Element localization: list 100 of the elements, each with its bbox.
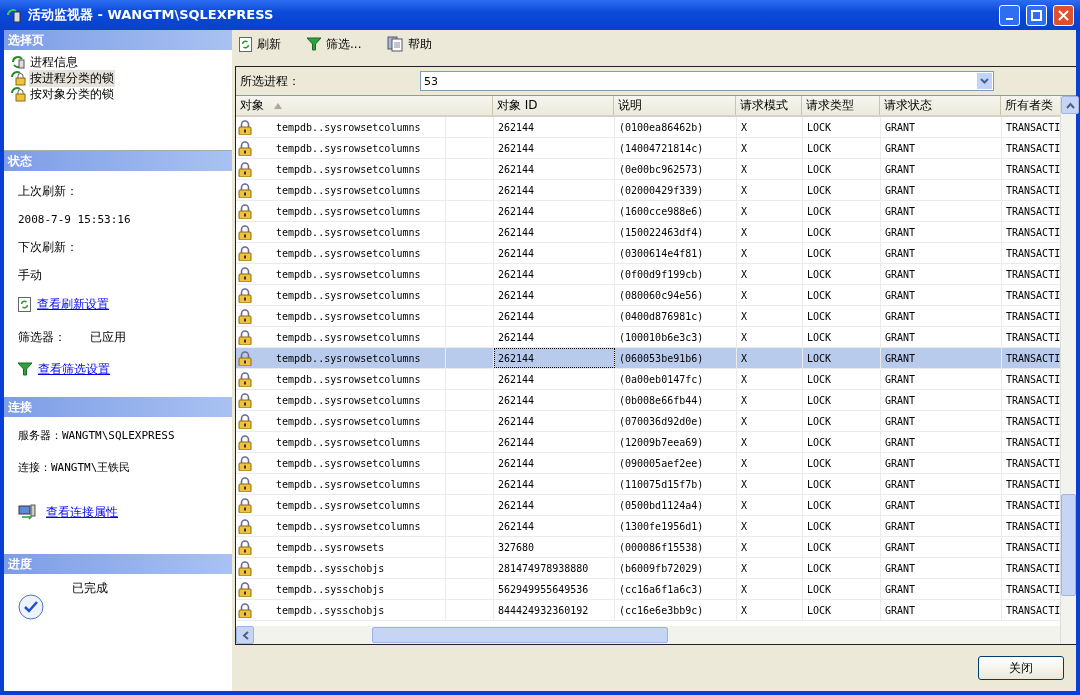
minimize-button[interactable] bbox=[999, 4, 1020, 26]
table-cell: GRANT bbox=[885, 121, 916, 133]
column-header[interactable]: 对象 ID bbox=[493, 96, 614, 115]
padlock-icon bbox=[238, 602, 252, 618]
table-cell: 262144 bbox=[498, 436, 535, 448]
toolbar-button[interactable]: 刷新 bbox=[239, 35, 281, 53]
toolbar-button[interactable]: 帮助 bbox=[387, 35, 433, 53]
column-header[interactable]: 请求模式 bbox=[736, 96, 802, 115]
table-cell: TRANSACTI bbox=[1006, 562, 1061, 574]
table-cell: X bbox=[741, 436, 748, 448]
column-header[interactable]: 对象 bbox=[236, 96, 493, 115]
table-row[interactable]: tempdb..sysschobjs 562949955649536 (cc16a6f1a6c3) X LOCK GRANT TRANSACTI bbox=[236, 579, 1060, 600]
close-dialog-button[interactable]: 关闭 bbox=[978, 656, 1064, 680]
sidebar-item[interactable]: 按进程分类的锁 bbox=[29, 69, 115, 87]
table-cell: LOCK bbox=[807, 184, 832, 196]
padlock-icon bbox=[238, 224, 252, 240]
refresh-settings-link[interactable]: 查看刷新设置 bbox=[37, 295, 109, 313]
table-cell: 262144 bbox=[498, 310, 535, 322]
table-row[interactable]: tempdb..sysrowsetcolumns 262144 (12009b7eea69) X LOCK GRANT TRANSACTI bbox=[236, 432, 1060, 453]
table-row[interactable]: tempdb..sysrowsetcolumns 262144 (02000429f339) X LOCK GRANT TRANSACTI bbox=[236, 180, 1060, 201]
table-cell: (0400d876981c) bbox=[619, 310, 704, 322]
table-cell: X bbox=[741, 184, 748, 196]
check-circle-icon bbox=[18, 594, 44, 620]
table-cell: LOCK bbox=[807, 478, 832, 490]
table-row[interactable]: tempdb..sysrowsetcolumns 262144 (0300614e4f81) X LOCK GRANT TRANSACTI bbox=[236, 243, 1060, 264]
table-cell: TRANSACTI bbox=[1006, 478, 1061, 490]
table-row[interactable]: tempdb..sysrowsetcolumns 262144 (060053be91b6) X LOCK GRANT TRANSACTI bbox=[236, 348, 1060, 369]
filter-settings-link[interactable]: 查看筛选设置 bbox=[38, 360, 110, 378]
field-value: 已应用 bbox=[90, 328, 126, 346]
table-row[interactable]: tempdb..sysrowsetcolumns 262144 (0100ea86462b) X LOCK GRANT TRANSACTI bbox=[236, 117, 1060, 138]
table-cell: GRANT bbox=[885, 289, 916, 301]
table-row[interactable]: tempdb..sysrowsetcolumns 262144 (090005aef2ee) X LOCK GRANT TRANSACTI bbox=[236, 453, 1060, 474]
table-row[interactable]: tempdb..sysrowsetcolumns 262144 (100010b6e3c3) X LOCK GRANT TRANSACTI bbox=[236, 327, 1060, 348]
table-cell: tempdb..sysschobjs bbox=[276, 583, 385, 595]
table-cell: tempdb..sysrowsetcolumns bbox=[276, 247, 421, 259]
scrollbar-thumb[interactable] bbox=[372, 627, 668, 643]
table-row[interactable]: tempdb..sysrowsets 327680 (000086f15538) X LOCK GRANT TRANSACTI bbox=[236, 537, 1060, 558]
toolbar-button[interactable]: 筛选... bbox=[307, 35, 362, 53]
table-cell: 262144 bbox=[498, 415, 535, 427]
table-cell: tempdb..sysrowsetcolumns bbox=[276, 520, 421, 532]
padlock-icon bbox=[238, 434, 252, 450]
sidebar-item[interactable]: 按对象分类的锁 bbox=[29, 85, 115, 103]
table-cell: 562949955649536 bbox=[498, 583, 589, 595]
connection-properties-link[interactable]: 查看连接属性 bbox=[46, 503, 118, 521]
column-header[interactable]: 说明 bbox=[614, 96, 736, 115]
table-cell: GRANT bbox=[885, 226, 916, 238]
table-cell: tempdb..sysrowsetcolumns bbox=[276, 163, 421, 175]
padlock-icon bbox=[238, 140, 252, 156]
table-row[interactable]: tempdb..sysschobjs 844424932360192 (cc16e6e3bb9c) X LOCK GRANT TRANSACTI bbox=[236, 600, 1060, 621]
table-row[interactable]: tempdb..sysrowsetcolumns 262144 (14004721814c) X LOCK GRANT TRANSACTI bbox=[236, 138, 1060, 159]
vertical-scrollbar[interactable] bbox=[1060, 96, 1076, 644]
table-row[interactable]: tempdb..sysrowsetcolumns 262144 (0e00bc962573) X LOCK GRANT TRANSACTI bbox=[236, 159, 1060, 180]
table-cell: (0f00d9f199cb) bbox=[619, 268, 704, 280]
table-cell: LOCK bbox=[807, 415, 832, 427]
process-dropdown[interactable]: 53 bbox=[420, 71, 994, 91]
table-cell: LOCK bbox=[807, 583, 832, 595]
table-row[interactable]: tempdb..sysrowsetcolumns 262144 (0a00eb0147fc) X LOCK GRANT TRANSACTI bbox=[236, 369, 1060, 390]
table-row[interactable]: tempdb..sysrowsetcolumns 262144 (070036d92d0e) X LOCK GRANT TRANSACTI bbox=[236, 411, 1060, 432]
horizontal-scrollbar[interactable] bbox=[236, 626, 1060, 644]
table-cell: GRANT bbox=[885, 604, 916, 616]
scrollbar-thumb[interactable] bbox=[1061, 494, 1076, 596]
table-cell: tempdb..sysrowsetcolumns bbox=[276, 142, 421, 154]
table-cell: (0b008e66fb44) bbox=[619, 394, 704, 406]
refresh-icon bbox=[18, 296, 31, 312]
table-row[interactable]: tempdb..sysrowsetcolumns 262144 (080060c94e56) X LOCK GRANT TRANSACTI bbox=[236, 285, 1060, 306]
padlock-icon bbox=[238, 329, 252, 345]
table-cell: tempdb..sysrowsetcolumns bbox=[276, 331, 421, 343]
table-row[interactable]: tempdb..sysschobjs 281474978938880 (b6009fb72029) X LOCK GRANT TRANSACTI bbox=[236, 558, 1060, 579]
table-row[interactable]: tempdb..sysrowsetcolumns 262144 (0500bd1124a4) X LOCK GRANT TRANSACTI bbox=[236, 495, 1060, 516]
column-header[interactable]: 请求类型 bbox=[802, 96, 880, 115]
maximize-button[interactable] bbox=[1026, 4, 1047, 26]
padlock-icon bbox=[238, 350, 252, 366]
sidebar-item[interactable]: 进程信息 bbox=[29, 53, 79, 71]
table-row[interactable]: tempdb..sysrowsetcolumns 262144 (110075d15f7b) X LOCK GRANT TRANSACTI bbox=[236, 474, 1060, 495]
funnel-icon bbox=[307, 37, 321, 51]
table-row[interactable]: tempdb..sysrowsetcolumns 262144 (0400d876981c) X LOCK GRANT TRANSACTI bbox=[236, 306, 1060, 327]
table-row[interactable]: tempdb..sysrowsetcolumns 262144 (1300fe1956d1) X LOCK GRANT TRANSACTI bbox=[236, 516, 1060, 537]
lock-process-icon bbox=[10, 70, 26, 86]
table-cell: X bbox=[741, 310, 748, 322]
table-row[interactable]: tempdb..sysrowsetcolumns 262144 (0f00d9f199cb) X LOCK GRANT TRANSACTI bbox=[236, 264, 1060, 285]
table-cell: LOCK bbox=[807, 142, 832, 154]
table-cell: (100010b6e3c3) bbox=[619, 331, 704, 343]
table-cell: 262144 bbox=[498, 205, 535, 217]
table-cell: tempdb..sysschobjs bbox=[276, 604, 385, 616]
table-cell: X bbox=[741, 247, 748, 259]
table-cell: 262144 bbox=[498, 184, 535, 196]
field-label: 筛选器： bbox=[18, 328, 67, 346]
close-button[interactable] bbox=[1053, 4, 1074, 26]
section-header: 进度 bbox=[4, 554, 232, 574]
table-row[interactable]: tempdb..sysrowsetcolumns 262144 (0b008e66fb44) X LOCK GRANT TRANSACTI bbox=[236, 390, 1060, 411]
table-cell: LOCK bbox=[807, 226, 832, 238]
table-cell: tempdb..sysrowsetcolumns bbox=[276, 310, 421, 322]
column-header[interactable]: 请求状态 bbox=[880, 96, 1001, 115]
table-row[interactable]: tempdb..sysrowsetcolumns 262144 (1600cce988e6) X LOCK GRANT TRANSACTI bbox=[236, 201, 1060, 222]
table-cell: tempdb..sysrowsetcolumns bbox=[276, 226, 421, 238]
table-cell: tempdb..sysrowsetcolumns bbox=[276, 289, 421, 301]
padlock-icon bbox=[238, 560, 252, 576]
padlock-icon bbox=[238, 182, 252, 198]
table-row[interactable]: tempdb..sysrowsetcolumns 262144 (150022463df4) X LOCK GRANT TRANSACTI bbox=[236, 222, 1060, 243]
table-cell: (090005aef2ee) bbox=[619, 457, 704, 469]
